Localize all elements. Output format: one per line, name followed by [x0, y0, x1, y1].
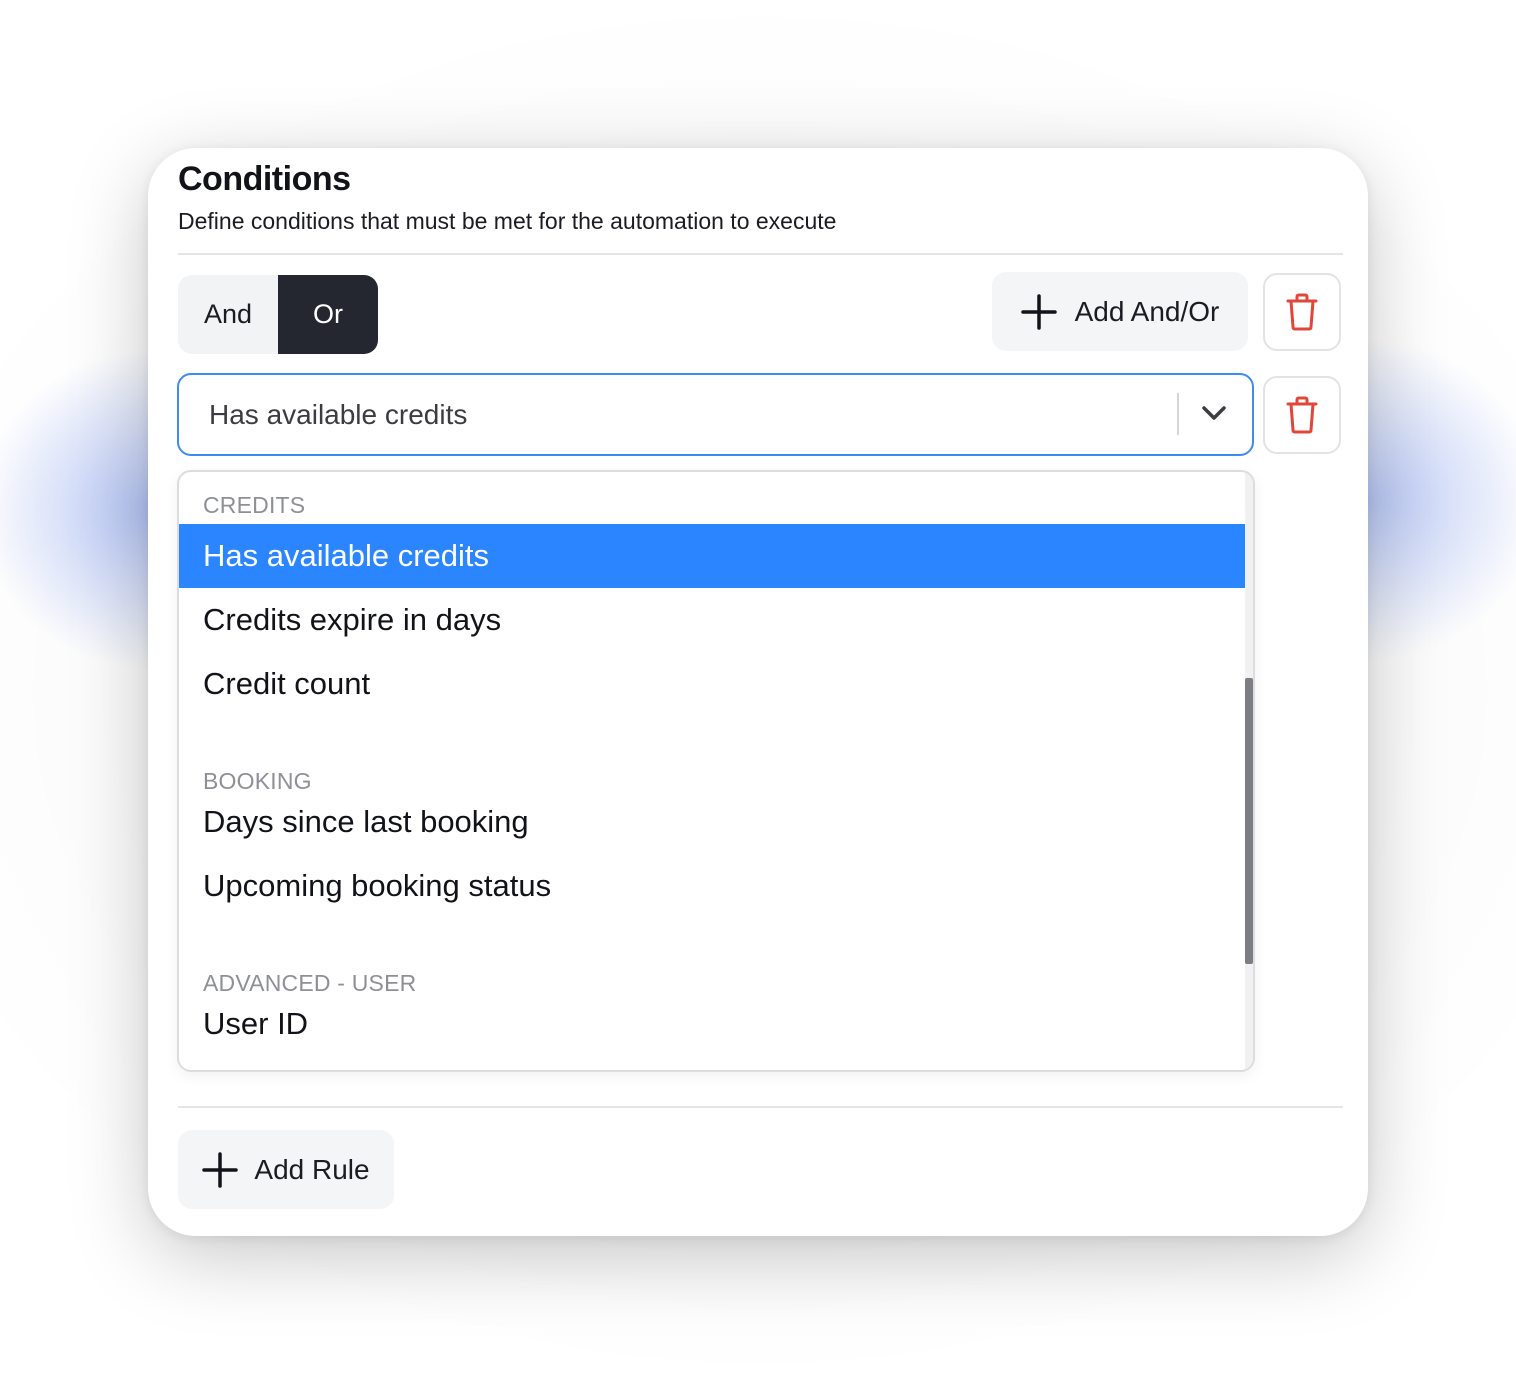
group-header-advanced-user: ADVANCED - USER — [203, 970, 417, 996]
group-header-credits: CREDITS — [203, 492, 306, 518]
add-and-or-label: Add And/Or — [1074, 295, 1220, 327]
header-divider — [178, 253, 1343, 255]
card-subtitle: Define conditions that must be met for t… — [178, 208, 837, 234]
option-has-available-credits[interactable]: Has available credits — [179, 524, 1247, 588]
dropdown-list: CREDITS Has available credits Credits ex… — [179, 472, 1247, 1070]
rule-dropdown-menu: CREDITS Has available credits Credits ex… — [177, 470, 1255, 1072]
option-credits-expire-in-days[interactable]: Credits expire in days — [179, 588, 1247, 652]
group-header-booking: BOOKING — [203, 768, 312, 794]
delete-group-button[interactable] — [1263, 273, 1341, 351]
add-and-or-button[interactable]: Add And/Or — [992, 272, 1248, 351]
card-title: Conditions — [178, 160, 351, 198]
footer-divider — [178, 1106, 1343, 1108]
rule-select-value: Has available credits — [209, 399, 468, 430]
and-or-toggle: And Or — [178, 275, 378, 354]
rule-select[interactable]: Has available credits — [177, 373, 1254, 456]
option-upcoming-booking-status[interactable]: Upcoming booking status — [179, 854, 1247, 918]
delete-rule-button[interactable] — [1263, 376, 1341, 454]
toggle-or[interactable]: Or — [278, 275, 378, 354]
dropdown-scrollbar-thumb[interactable] — [1245, 678, 1253, 964]
option-email[interactable]: Email — [179, 1056, 1247, 1070]
add-rule-label: Add Rule — [254, 1153, 370, 1185]
plus-icon — [202, 1151, 239, 1188]
add-rule-button[interactable]: Add Rule — [178, 1130, 394, 1209]
plus-icon — [1020, 293, 1057, 330]
select-separator — [1177, 393, 1179, 435]
toggle-and[interactable]: And — [178, 275, 278, 354]
option-user-id[interactable]: User ID — [179, 992, 1247, 1056]
option-credit-count[interactable]: Credit count — [179, 652, 1247, 716]
conditions-card: Conditions Define conditions that must b… — [148, 148, 1368, 1236]
option-days-since-last-booking[interactable]: Days since last booking — [179, 790, 1247, 854]
chevron-down-icon[interactable] — [1201, 400, 1227, 431]
trash-icon — [1285, 293, 1319, 331]
trash-icon — [1285, 396, 1319, 434]
